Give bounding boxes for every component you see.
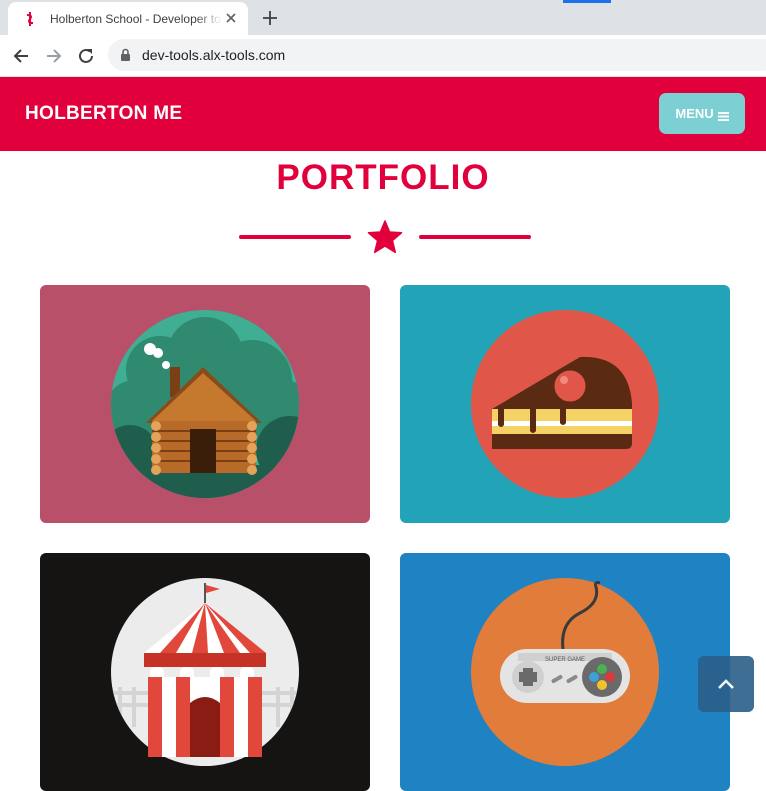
portfolio-item-cake[interactable] — [400, 285, 730, 523]
portfolio-item-cabin[interactable] — [40, 285, 370, 523]
browser-tab[interactable]: Holberton School - Developer tools — [8, 2, 248, 35]
menu-label: MENU — [675, 106, 714, 121]
close-tab-icon[interactable] — [224, 11, 238, 25]
divider-line-left — [239, 235, 351, 239]
forward-arrow-icon[interactable] — [43, 45, 65, 67]
reload-icon[interactable] — [75, 45, 97, 67]
new-tab-icon[interactable] — [260, 8, 280, 28]
portfolio-title: PORTFOLIO — [276, 158, 490, 197]
star-icon — [367, 220, 403, 254]
browser-tab-bar: Holberton School - Developer tools — [0, 0, 766, 35]
site-navbar: HOLBERTON ME MENU — [0, 77, 766, 151]
cabin-illustration — [111, 310, 299, 498]
controller-label: SUPER GAME — [545, 657, 585, 663]
address-bar[interactable]: dev-tools.alx-tools.com — [108, 39, 766, 71]
browser-toolbar: dev-tools.alx-tools.com — [0, 35, 766, 77]
divider-line-right — [419, 235, 531, 239]
site-brand[interactable]: HOLBERTON ME — [25, 103, 182, 125]
hamburger-icon — [717, 109, 729, 121]
chevron-up-icon — [718, 679, 734, 689]
circus-tent-illustration — [111, 578, 299, 766]
game-controller-illustration: SUPER GAME — [471, 578, 659, 766]
back-arrow-icon[interactable] — [10, 45, 32, 67]
holberton-favicon-icon — [22, 11, 38, 27]
back-to-top-button[interactable] — [698, 656, 754, 712]
menu-button[interactable]: MENU — [659, 93, 745, 134]
portfolio-item-game-controller[interactable]: SUPER GAME — [400, 553, 730, 791]
cake-illustration — [471, 310, 659, 498]
tab-title: Holberton School - Developer tools — [50, 11, 222, 26]
lock-icon — [120, 48, 131, 67]
window-accent-strip — [563, 0, 611, 3]
url-text: dev-tools.alx-tools.com — [142, 47, 286, 63]
portfolio-item-circus-tent[interactable] — [40, 553, 370, 791]
